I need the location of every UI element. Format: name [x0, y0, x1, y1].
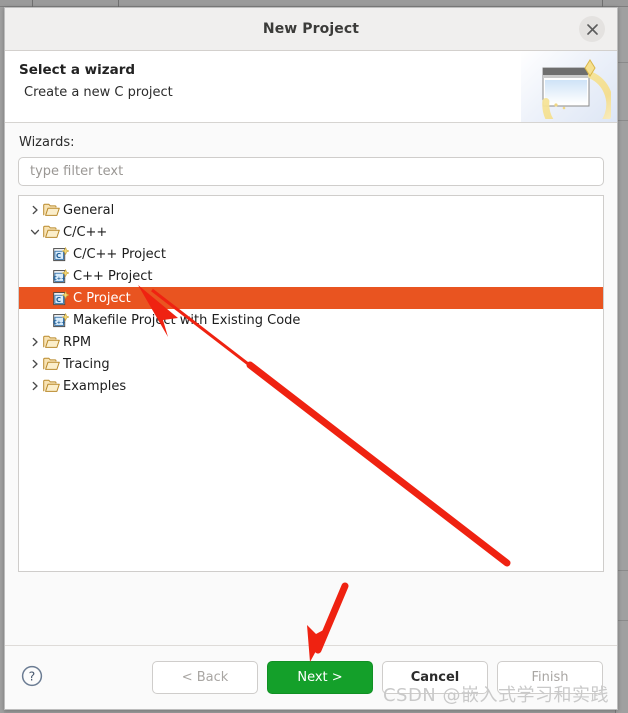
- tree-item-c-c-project[interactable]: C C/C++ Project: [19, 243, 603, 265]
- wizard-tree[interactable]: General C/C++ C C/C++ Project C++ C++ Project…: [18, 195, 604, 572]
- folder-icon: [43, 225, 62, 239]
- background-toolbar-divider: [602, 0, 603, 7]
- tree-item-label: C++ Project: [73, 268, 153, 284]
- svg-text:C++: C++: [53, 276, 65, 282]
- cpp-project-icon: C++: [53, 268, 72, 284]
- tree-item-examples[interactable]: Examples: [19, 375, 603, 397]
- help-icon: ?: [21, 665, 43, 690]
- tree-twisty-collapsed-icon[interactable]: [27, 359, 43, 369]
- tree-twisty-collapsed-icon[interactable]: [27, 381, 43, 391]
- wizard-header: Select a wizard Create a new C project: [5, 51, 617, 123]
- tree-item-label: C Project: [73, 290, 131, 306]
- watermark: CSDN @嵌入式学习和实践: [382, 685, 609, 706]
- tree-item-tracing[interactable]: Tracing: [19, 353, 603, 375]
- tree-item-label: C/C++ Project: [73, 246, 166, 262]
- cpp-project-icon: C++: [53, 312, 72, 328]
- folder-icon: [43, 203, 62, 217]
- svg-text:?: ?: [29, 669, 36, 684]
- svg-text:C++: C++: [53, 320, 65, 326]
- tree-item-c-project[interactable]: C C Project: [19, 287, 603, 309]
- tree-item-c-c[interactable]: C/C++: [19, 221, 603, 243]
- tree-item-label: Tracing: [63, 356, 110, 372]
- c-project-icon: C: [53, 290, 72, 306]
- back-button: < Back: [152, 661, 258, 694]
- tree-item-makefile-project-with-existing-code[interactable]: C++ Makefile Project with Existing Code: [19, 309, 603, 331]
- tree-twisty-collapsed-icon[interactable]: [27, 337, 43, 347]
- folder-icon: [43, 357, 62, 371]
- svg-text:C: C: [56, 252, 61, 260]
- wizard-banner-icon: [521, 51, 617, 122]
- new-project-dialog: New Project Select a wizard Create a new…: [4, 7, 618, 710]
- tree-item-rpm[interactable]: RPM: [19, 331, 603, 353]
- close-button[interactable]: [579, 16, 605, 42]
- wizard-header-title: Select a wizard: [19, 62, 136, 78]
- tree-twisty-expanded-icon[interactable]: [27, 227, 43, 237]
- tree-item-label: Examples: [63, 378, 127, 394]
- help-button[interactable]: ?: [19, 665, 45, 691]
- wizards-label: Wizards:: [19, 135, 75, 150]
- wizard-header-subtitle: Create a new C project: [24, 85, 173, 100]
- tree-item-c-project[interactable]: C++ C++ Project: [19, 265, 603, 287]
- background-toolbar-divider: [32, 0, 33, 7]
- next-button[interactable]: Next >: [267, 661, 373, 694]
- dialog-titlebar: New Project: [5, 8, 617, 51]
- dialog-title: New Project: [262, 21, 360, 37]
- body-spacer: [18, 572, 604, 645]
- dialog-body: Wizards: GeneralC/C++CC/C++ ProjectC++C+…: [5, 123, 617, 645]
- tree-item-label: Makefile Project with Existing Code: [73, 312, 301, 328]
- tree-item-label: C/C++: [63, 224, 108, 240]
- tree-item-label: RPM: [63, 334, 92, 350]
- tree-item-general[interactable]: General: [19, 199, 603, 221]
- svg-text:C: C: [56, 296, 61, 304]
- tree-twisty-collapsed-icon[interactable]: [27, 205, 43, 215]
- background-window-toolbar: [0, 0, 628, 7]
- background-toolbar-divider: [118, 0, 119, 7]
- c-project-icon: C: [53, 246, 72, 262]
- filter-input[interactable]: [18, 157, 604, 186]
- close-icon: [586, 23, 598, 35]
- tree-item-label: General: [63, 202, 115, 218]
- folder-icon: [43, 379, 62, 393]
- folder-icon: [43, 335, 62, 349]
